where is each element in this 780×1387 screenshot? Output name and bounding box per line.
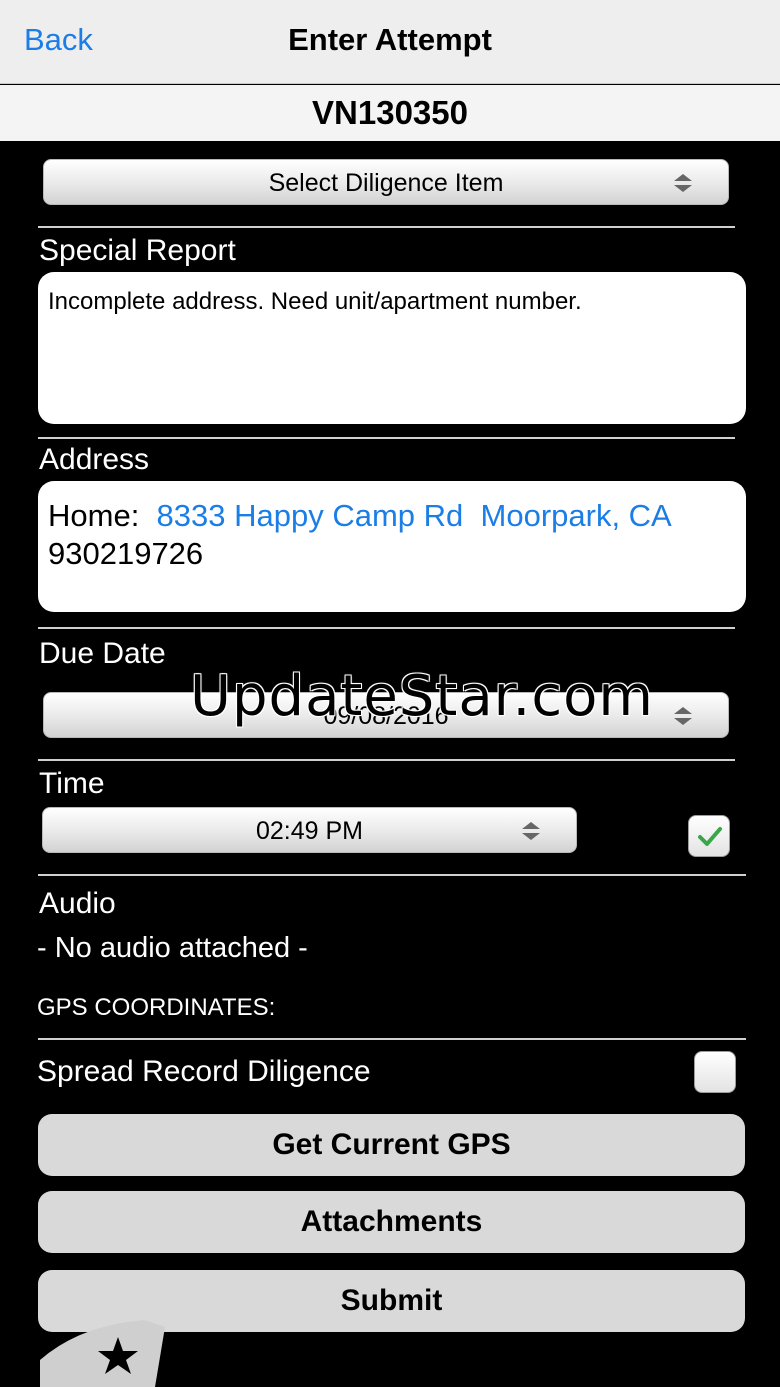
page-title: Enter Attempt — [288, 22, 492, 57]
gps-coordinates-label: GPS COORDINATES: — [37, 994, 276, 1021]
address-street-link[interactable]: 8333 Happy Camp Rd — [157, 498, 464, 533]
address-city-link[interactable]: Moorpark, CA — [481, 498, 672, 533]
updown-arrows-icon — [674, 174, 692, 192]
get-current-gps-button[interactable]: Get Current GPS — [38, 1114, 745, 1176]
divider — [38, 759, 735, 761]
address-prefix: Home: — [48, 498, 140, 533]
special-report-textarea[interactable]: Incomplete address. Need unit/apartment … — [38, 272, 746, 424]
time-picker[interactable]: 02:49 PM — [42, 807, 577, 853]
navigation-bar: Back Enter Attempt — [0, 0, 780, 84]
due-date-picker[interactable]: 09/08/2016 — [43, 692, 729, 738]
star-logo-icon — [40, 1320, 165, 1387]
diligence-item-value: Select Diligence Item — [268, 169, 504, 197]
divider — [38, 874, 746, 876]
updown-arrows-icon — [522, 822, 540, 840]
divider — [38, 226, 735, 228]
checkmark-icon — [698, 827, 722, 846]
due-date-value: 09/08/2016 — [323, 702, 449, 730]
address-box[interactable]: Home: 8333 Happy Camp Rd Moorpark, CA 93… — [38, 481, 746, 612]
divider — [38, 1038, 746, 1040]
time-label: Time — [39, 767, 105, 800]
spread-record-label: Spread Record Diligence — [37, 1055, 371, 1088]
special-report-label: Special Report — [39, 234, 236, 267]
address-label: Address — [39, 443, 150, 476]
divider — [38, 437, 735, 439]
address-text: Home: 8333 Happy Camp Rd Moorpark, CA 93… — [48, 497, 726, 573]
special-report-text: Incomplete address. Need unit/apartment … — [48, 288, 582, 315]
record-id-header: VN130350 — [0, 85, 780, 141]
attachments-button[interactable]: Attachments — [38, 1191, 745, 1253]
diligence-item-picker[interactable]: Select Diligence Item — [43, 159, 729, 205]
address-zip: 930219726 — [48, 536, 204, 571]
divider — [38, 627, 735, 629]
updown-arrows-icon — [674, 707, 692, 725]
time-value: 02:49 PM — [255, 817, 363, 845]
spread-record-checkbox[interactable] — [694, 1051, 736, 1093]
due-date-label: Due Date — [39, 637, 166, 670]
audio-status: - No audio attached - — [37, 932, 308, 964]
audio-label: Audio — [39, 887, 116, 920]
time-checkbox[interactable] — [688, 815, 730, 857]
